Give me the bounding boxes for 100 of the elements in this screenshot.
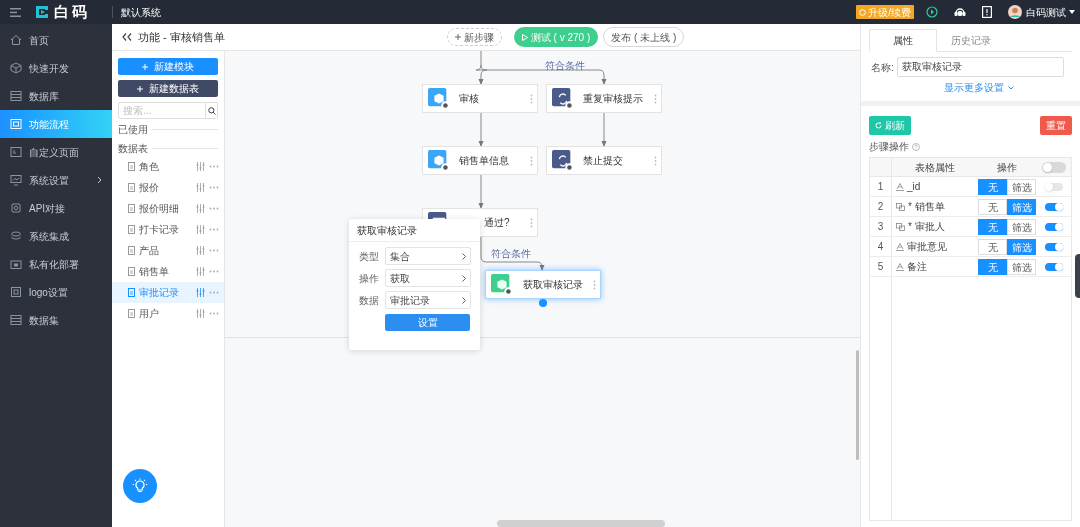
flow-node[interactable]: 重复审核提示: [546, 84, 662, 113]
scrollbar-thumb[interactable]: [856, 350, 859, 460]
select-field[interactable]: 集合: [385, 247, 471, 265]
search-icon[interactable]: [207, 106, 216, 115]
nav-item[interactable]: 首页: [0, 26, 112, 54]
sliders-icon[interactable]: [196, 225, 205, 234]
nav-item[interactable]: API对接: [0, 194, 112, 222]
nav-item[interactable]: 数据库: [0, 82, 112, 110]
select-field[interactable]: 审批记录: [385, 291, 471, 309]
user-name[interactable]: 白码测试: [1026, 4, 1066, 20]
more-icon[interactable]: [209, 270, 219, 273]
edge-label: 符合条件: [491, 247, 531, 261]
table-list-item[interactable]: 产品: [112, 240, 224, 261]
connection-handle[interactable]: [539, 299, 547, 307]
segment-option[interactable]: 筛选: [1007, 218, 1036, 235]
headset-icon[interactable]: [954, 7, 966, 17]
nav-item[interactable]: 系统集成: [0, 222, 112, 250]
kebab-icon[interactable]: [530, 93, 533, 104]
side-handle[interactable]: [1075, 254, 1080, 298]
tab[interactable]: 属性: [869, 29, 937, 52]
more-icon[interactable]: [209, 165, 219, 168]
tab[interactable]: 历史记录: [937, 29, 1005, 52]
toggle-switch[interactable]: [1044, 262, 1063, 271]
nav-item[interactable]: 快速开发: [0, 54, 112, 82]
table-list-item[interactable]: 用户: [112, 303, 224, 324]
table-list-item[interactable]: 报价明细: [112, 198, 224, 219]
toggle-switch[interactable]: [1044, 182, 1063, 191]
table-list-item[interactable]: 打卡记录: [112, 219, 224, 240]
segment-option[interactable]: 筛选: [1007, 258, 1036, 275]
help-icon[interactable]: [912, 142, 920, 151]
avatar-icon[interactable]: [1008, 5, 1022, 19]
more-icon[interactable]: [209, 186, 219, 189]
caret-icon[interactable]: [1069, 10, 1075, 14]
table-name: 审批记录: [139, 286, 180, 300]
table-list-item[interactable]: 报价: [112, 177, 224, 198]
sliders-icon[interactable]: [196, 267, 205, 276]
row-number: 2: [877, 200, 884, 214]
row-number: 3: [877, 220, 884, 234]
kebab-icon[interactable]: [530, 217, 533, 228]
nav-item[interactable]: 数据集: [0, 306, 112, 334]
row-number: 1: [877, 180, 884, 194]
kebab-icon[interactable]: [593, 279, 596, 290]
collapse-icon[interactable]: [122, 33, 132, 41]
segment-option[interactable]: 无: [978, 198, 1007, 215]
nav-item[interactable]: logo设置: [0, 278, 112, 306]
segment-option[interactable]: 筛选: [1007, 178, 1036, 195]
select-field[interactable]: 获取: [385, 269, 471, 287]
flow-node[interactable]: 销售单信息: [422, 146, 538, 175]
sliders-icon[interactable]: [196, 309, 205, 318]
kebab-icon[interactable]: [654, 155, 657, 166]
table-list-item[interactable]: 销售单: [112, 261, 224, 282]
field-label: 类型: [359, 249, 380, 264]
flow-node[interactable]: 审核: [422, 84, 538, 113]
flow-icon: [10, 118, 22, 130]
more-icon[interactable]: [209, 249, 219, 252]
sliders-icon[interactable]: [196, 162, 205, 171]
kebab-icon[interactable]: [654, 93, 657, 104]
name-field[interactable]: 获取审核记录: [896, 57, 1064, 77]
more-icon[interactable]: [209, 291, 219, 294]
system-name[interactable]: 默认系统: [121, 4, 161, 20]
sliders-icon[interactable]: [196, 288, 205, 297]
sliders-icon[interactable]: [196, 204, 205, 213]
flow-node[interactable]: 获取审核记录: [485, 270, 601, 299]
segment-option[interactable]: 无: [978, 238, 1007, 255]
search-field[interactable]: 搜索...: [118, 102, 206, 119]
flow-node[interactable]: 禁止提交: [546, 146, 662, 175]
publish-button[interactable]: 发布 ( 未上线 ): [603, 27, 685, 47]
new-table-button[interactable]: 新建数据表: [118, 80, 218, 97]
toggle-switch[interactable]: [1044, 222, 1063, 231]
more-icon[interactable]: [209, 228, 219, 231]
play-icon[interactable]: [926, 6, 938, 18]
home-icon: [10, 34, 22, 46]
section-label: 数据表: [118, 142, 148, 156]
table-name: 报价明细: [139, 202, 180, 216]
more-settings-link[interactable]: 显示更多设置: [943, 80, 1014, 95]
node-label: 重复审核提示: [582, 92, 644, 106]
toggle-switch[interactable]: [1041, 161, 1066, 173]
plus-icon: [142, 63, 148, 70]
sliders-icon[interactable]: [196, 183, 205, 192]
sliders-icon[interactable]: [196, 246, 205, 255]
node-label: 禁止提交: [582, 154, 624, 168]
toggle-switch[interactable]: [1044, 202, 1063, 211]
nav-item[interactable]: 系统设置: [0, 166, 112, 194]
cubes-icon: [491, 273, 513, 296]
scrollbar-thumb[interactable]: [497, 520, 665, 527]
new-step-button[interactable]: 新步骤: [446, 28, 502, 46]
nav-item[interactable]: 自定义页面: [0, 138, 112, 166]
more-icon[interactable]: [209, 207, 219, 210]
database-icon: [10, 90, 22, 102]
toggle-switch[interactable]: [1044, 242, 1063, 251]
node-label: 获取审核记录: [522, 278, 584, 292]
nav-item[interactable]: 私有化部署: [0, 250, 112, 278]
connector-arrow: [480, 236, 545, 271]
kebab-icon[interactable]: [530, 155, 533, 166]
table-list-item[interactable]: 角色: [112, 156, 224, 177]
lightbulb-button[interactable]: [123, 469, 157, 503]
more-icon[interactable]: [209, 312, 219, 315]
book-icon[interactable]: [982, 6, 992, 18]
document-icon: [128, 162, 135, 171]
menu-icon[interactable]: [10, 7, 21, 17]
